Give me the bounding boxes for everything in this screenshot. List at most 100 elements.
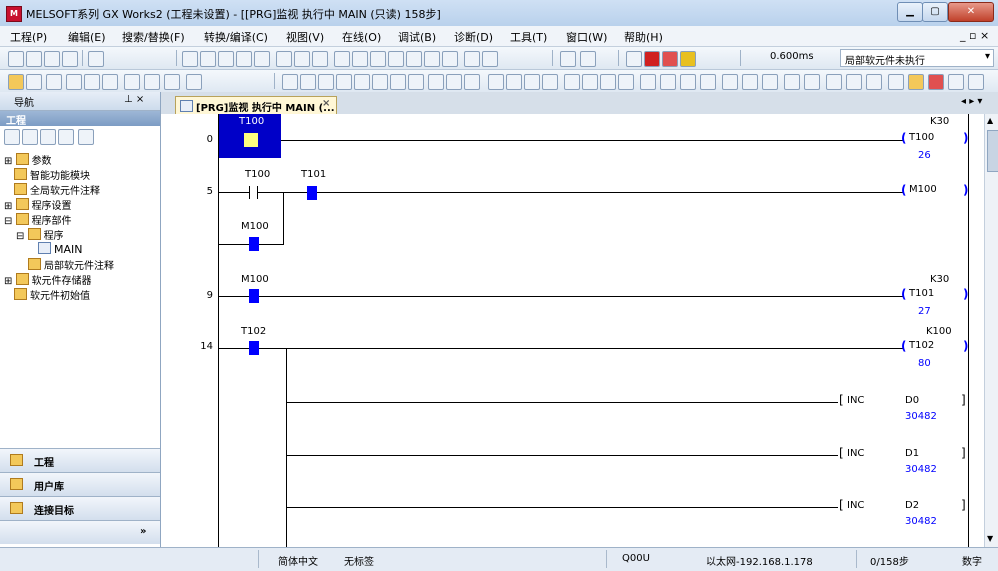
tree-item-params[interactable]: ⊞ 参数 (4, 152, 52, 167)
tree-item-main[interactable]: MAIN (38, 242, 83, 256)
ladder-monitor-icon[interactable] (680, 74, 696, 90)
menu-search[interactable]: 搜索/替换(F) (122, 29, 185, 45)
menu-online[interactable]: 在线(O) (342, 29, 381, 45)
menu-diagnose[interactable]: 诊断(D) (454, 29, 493, 45)
project-icon[interactable] (8, 74, 24, 90)
tree-paste-icon[interactable] (40, 129, 56, 145)
online-write-icon[interactable] (388, 51, 404, 67)
online-read-icon[interactable] (370, 51, 386, 67)
close-button[interactable]: ✕ (948, 2, 994, 22)
selected-cell[interactable]: T100 (219, 114, 281, 158)
zoom-icon[interactable] (948, 74, 964, 90)
contact-parallel-nc-icon[interactable] (336, 74, 352, 90)
device2-icon[interactable] (84, 74, 100, 90)
tab-close-icon[interactable]: × (322, 98, 330, 109)
menu-view[interactable]: 视图(V) (286, 29, 324, 45)
tree-item-local-comment[interactable]: 局部软元件注释 (28, 257, 114, 272)
fall-icon[interactable] (446, 74, 462, 90)
ladder-down-icon[interactable] (580, 51, 596, 67)
register-icon[interactable] (908, 74, 924, 90)
block5-icon[interactable] (804, 74, 820, 90)
sfc2-icon[interactable] (542, 74, 558, 90)
monitor-icon[interactable] (124, 74, 140, 90)
block-icon[interactable] (722, 74, 738, 90)
contact-parallel-icon[interactable] (318, 74, 334, 90)
tree-item-smart-module[interactable]: 智能功能模块 (14, 167, 90, 182)
block2-icon[interactable] (742, 74, 758, 90)
warning-icon[interactable] (662, 51, 678, 67)
tree-copy-icon[interactable] (22, 129, 38, 145)
statement-icon[interactable] (582, 74, 598, 90)
run-icon[interactable] (644, 51, 660, 67)
write-mode-icon[interactable] (276, 51, 292, 67)
block3-icon[interactable] (762, 74, 778, 90)
ladder-write-icon[interactable] (660, 74, 676, 90)
menu-project[interactable]: 工程(P) (10, 29, 47, 45)
maximize-button[interactable]: ▢ (922, 2, 948, 22)
block7-icon[interactable] (846, 74, 862, 90)
rise-icon[interactable] (428, 74, 444, 90)
menu-debug[interactable]: 调试(B) (398, 29, 436, 45)
compile-icon[interactable] (334, 51, 350, 67)
print-icon[interactable] (62, 51, 78, 67)
comment-edit-icon[interactable] (564, 74, 580, 90)
verify-icon[interactable] (406, 51, 422, 67)
magnify-icon[interactable] (968, 74, 984, 90)
redo-icon[interactable] (254, 51, 270, 67)
block6-icon[interactable] (826, 74, 842, 90)
tree-item-program[interactable]: ⊟ 程序 (16, 227, 64, 242)
block8-icon[interactable] (866, 74, 882, 90)
ladder-monitor2-icon[interactable] (700, 74, 716, 90)
menu-edit[interactable]: 编辑(E) (68, 29, 106, 45)
read-mode-icon[interactable] (294, 51, 310, 67)
instruction-icon[interactable] (372, 74, 388, 90)
mode-icon[interactable] (26, 74, 42, 90)
scroll-thumb[interactable] (987, 130, 998, 172)
help-icon[interactable] (88, 51, 104, 67)
nav-button-connection[interactable]: 连接目标 (0, 496, 160, 520)
save-icon[interactable] (44, 51, 60, 67)
break-icon[interactable] (888, 74, 904, 90)
tree-item-device-init[interactable]: 软元件初始值 (14, 287, 90, 302)
device-icon[interactable] (66, 74, 82, 90)
monitor-stop-icon[interactable] (442, 51, 458, 67)
tree-item-program-setting[interactable]: ⊞ 程序设置 (4, 197, 72, 212)
tree-item-program-parts[interactable]: ⊟ 程序部件 (4, 212, 72, 227)
ladder-up-icon[interactable] (560, 51, 576, 67)
undo-icon[interactable] (236, 51, 252, 67)
entry-monitor-icon[interactable] (482, 51, 498, 67)
operation-icon[interactable] (506, 74, 522, 90)
error-icon[interactable] (680, 51, 696, 67)
note2-icon[interactable] (618, 74, 634, 90)
ladder-editor[interactable]: 0 T100 K30 ( T100 26 ) 5 T100 T101 ( M10… (161, 114, 984, 547)
compile-all-icon[interactable] (352, 51, 368, 67)
coil-icon[interactable] (354, 74, 370, 90)
paste-icon[interactable] (218, 51, 234, 67)
comment-icon[interactable] (626, 51, 642, 67)
menu-window[interactable]: 窗口(W) (566, 29, 607, 45)
menu-convert[interactable]: 转换/编译(C) (204, 29, 268, 45)
window-icon[interactable] (46, 74, 62, 90)
open-icon[interactable] (26, 51, 42, 67)
tree-new-icon[interactable] (4, 129, 20, 145)
note-icon[interactable] (600, 74, 616, 90)
new-icon[interactable] (8, 51, 24, 67)
search-icon[interactable] (144, 74, 160, 90)
block4-icon[interactable] (784, 74, 800, 90)
monitor-start-icon[interactable] (424, 51, 440, 67)
nav-button-project[interactable]: 工程 (0, 448, 160, 472)
minimize-button[interactable]: ▁ (897, 2, 923, 22)
rise-parallel-icon[interactable] (464, 74, 480, 90)
monitor-mode-icon[interactable] (312, 51, 328, 67)
chevron-down-icon[interactable]: ▾ (985, 51, 990, 62)
ladder-read-icon[interactable] (640, 74, 656, 90)
scroll-up-icon[interactable]: ▲ (987, 116, 993, 125)
vline-icon[interactable] (408, 74, 424, 90)
nav-more[interactable]: » (0, 520, 160, 544)
binoculars-icon[interactable] (186, 74, 202, 90)
cut-icon[interactable] (182, 51, 198, 67)
device-batch-icon[interactable] (464, 51, 480, 67)
mdi-controls[interactable]: _ ▫ × (960, 29, 989, 42)
device3-icon[interactable] (102, 74, 118, 90)
tree-item-global-comment[interactable]: 全局软元件注释 (14, 182, 100, 197)
